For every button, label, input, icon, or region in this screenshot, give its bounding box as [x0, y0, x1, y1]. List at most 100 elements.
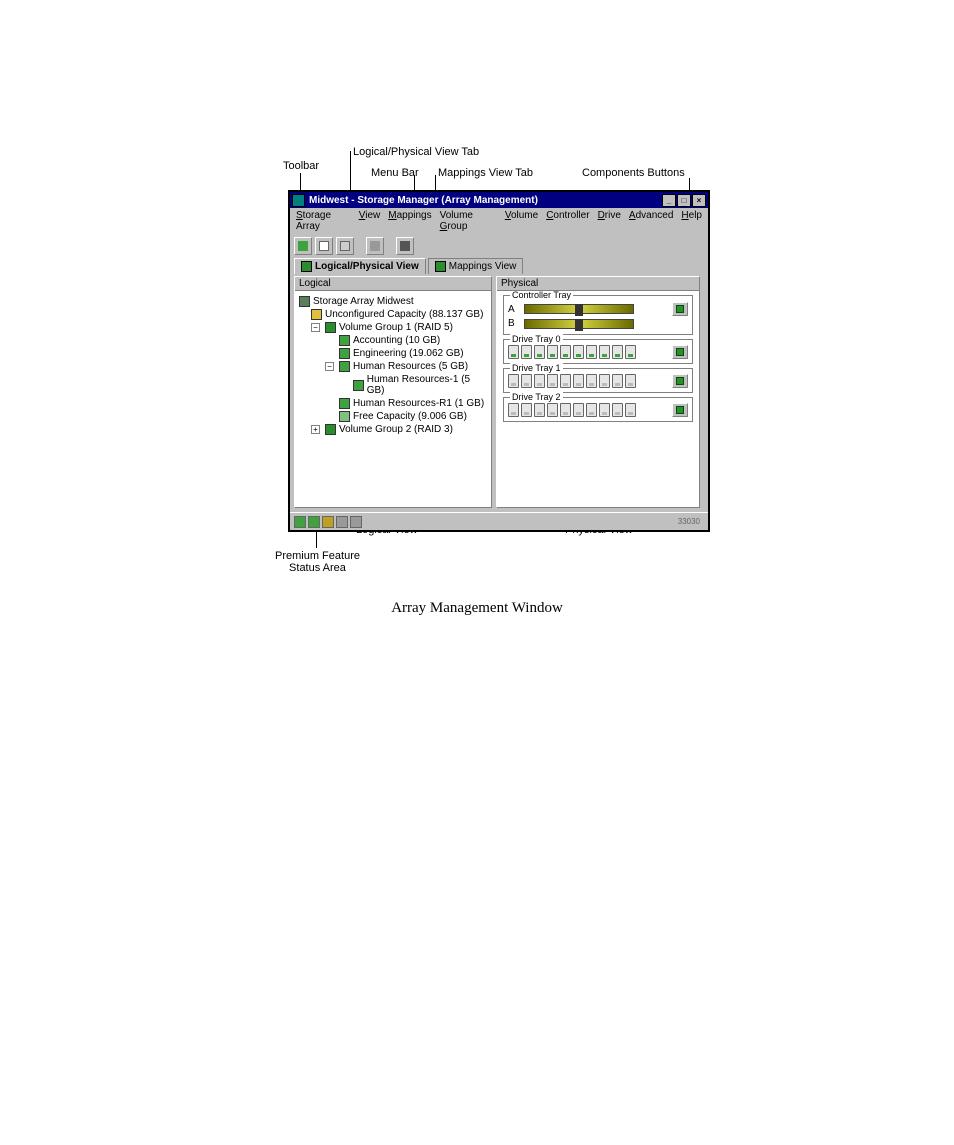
status-icon [322, 516, 334, 528]
tab-lp-label: Logical/Physical View [315, 261, 419, 272]
callout-components: Components Buttons [582, 167, 685, 179]
drive-slot[interactable] [612, 374, 623, 388]
volume-icon [339, 335, 350, 346]
figure-caption: Array Management Window [0, 600, 954, 617]
drive-slot[interactable] [586, 403, 597, 417]
tree-root[interactable]: Storage Array Midwest [299, 295, 487, 308]
drive-slot[interactable] [625, 345, 636, 359]
tree-unconfigured[interactable]: Unconfigured Capacity (88.137 GB) [299, 308, 487, 321]
drive-slot[interactable] [547, 345, 558, 359]
menu-controller[interactable]: Controller [546, 210, 589, 232]
controller-a-row[interactable]: A [508, 301, 688, 317]
tree-engineering[interactable]: Engineering (19.062 GB) [299, 347, 487, 360]
tree-free[interactable]: Free Capacity (9.006 GB) [299, 410, 487, 423]
group-icon [325, 322, 336, 333]
drive-slot[interactable] [534, 403, 545, 417]
tree-vg2[interactable]: +Volume Group 2 (RAID 3) [299, 423, 487, 436]
premium-feature-status-area[interactable] [294, 516, 362, 528]
tab-mappings-icon [435, 261, 446, 272]
menu-volume-group[interactable]: Volume Group [440, 210, 497, 232]
callout-toolbar: Toolbar [283, 160, 319, 172]
callout-menubar: Menu Bar [371, 167, 419, 179]
logical-pane: Logical Storage Array Midwest Unconfigur… [294, 276, 492, 508]
components-button-tray1[interactable] [672, 374, 688, 388]
drive-slot[interactable] [547, 403, 558, 417]
drive-slot[interactable] [521, 403, 532, 417]
drive-slot[interactable] [521, 345, 532, 359]
tab-mappings-label: Mappings View [449, 261, 517, 272]
physical-header: Physical [497, 277, 699, 291]
tab-mappings[interactable]: Mappings View [428, 258, 524, 274]
tab-strip: Logical/Physical View Mappings View [290, 258, 708, 274]
menu-bar: SStorage Arraytorage Array View Mappings… [290, 208, 708, 234]
callout-lp-tab: Logical/Physical View Tab [353, 146, 479, 158]
minimize-button[interactable]: _ [662, 194, 676, 207]
drive-slot[interactable] [573, 345, 584, 359]
tree-vg1[interactable]: −Volume Group 1 (RAID 5) [299, 321, 487, 334]
controller-tray-group: Controller Tray A B [503, 295, 693, 335]
drive-slot[interactable] [534, 374, 545, 388]
drive-slot[interactable] [560, 345, 571, 359]
menu-drive[interactable]: Drive [598, 210, 621, 232]
drive-slot[interactable] [612, 345, 623, 359]
expander-icon[interactable]: + [311, 425, 320, 434]
callout-mappings-tab: Mappings View Tab [438, 167, 533, 179]
drive-slot[interactable] [599, 403, 610, 417]
window-title: Midwest - Storage Manager (Array Managem… [309, 195, 661, 206]
components-button-tray0[interactable] [672, 345, 688, 359]
volume-icon [339, 398, 350, 409]
array-management-window: Midwest - Storage Manager (Array Managem… [288, 190, 710, 532]
status-bar: 33030 [290, 512, 708, 530]
drive-slot[interactable] [508, 374, 519, 388]
drive-tray-2-group: Drive Tray 2 [503, 397, 693, 422]
tree-hr1[interactable]: Human Resources-1 (5 GB) [299, 373, 487, 397]
free-icon [339, 411, 350, 422]
drive-slot[interactable] [508, 403, 519, 417]
drive-slot[interactable] [573, 403, 584, 417]
toolbar-button-4[interactable] [366, 237, 384, 255]
ctrl-b-label: B [508, 318, 518, 329]
toolbar-button-2[interactable] [315, 237, 333, 255]
drive-slot[interactable] [586, 374, 597, 388]
drive-slot[interactable] [586, 345, 597, 359]
drive-slot[interactable] [560, 374, 571, 388]
drive-slot[interactable] [625, 403, 636, 417]
menu-storage-array[interactable]: SStorage Arraytorage Array [296, 210, 351, 232]
drive-slot[interactable] [612, 403, 623, 417]
drive-tray-2-label: Drive Tray 2 [510, 392, 563, 402]
drive-slot[interactable] [508, 345, 519, 359]
toolbar-button-1[interactable] [294, 237, 312, 255]
controller-b-row[interactable]: B [508, 317, 688, 330]
drive-slot[interactable] [625, 374, 636, 388]
maximize-button[interactable]: □ [677, 194, 691, 207]
drive-slot[interactable] [573, 374, 584, 388]
drive-slot[interactable] [560, 403, 571, 417]
menu-mappings[interactable]: Mappings [388, 210, 431, 232]
drive-tray-1-label: Drive Tray 1 [510, 363, 563, 373]
drive-slot[interactable] [599, 374, 610, 388]
drive-slot[interactable] [547, 374, 558, 388]
components-button-tray2[interactable] [672, 403, 688, 417]
expander-icon[interactable]: − [311, 323, 320, 332]
titlebar[interactable]: Midwest - Storage Manager (Array Managem… [290, 192, 708, 208]
expander-icon[interactable]: − [325, 362, 334, 371]
close-button[interactable]: × [692, 194, 706, 207]
tree-accounting[interactable]: Accounting (10 GB) [299, 334, 487, 347]
menu-view[interactable]: View [359, 210, 381, 232]
tab-logical-physical[interactable]: Logical/Physical View [294, 258, 426, 274]
menu-volume[interactable]: Volume [505, 210, 538, 232]
drive-slot[interactable] [534, 345, 545, 359]
menu-help[interactable]: Help [681, 210, 702, 232]
components-button-ctrl[interactable] [672, 302, 688, 316]
ctrl-a-label: A [508, 304, 518, 315]
logical-tree[interactable]: Storage Array Midwest Unconfigured Capac… [295, 291, 491, 440]
toolbar-button-5[interactable] [396, 237, 414, 255]
menu-advanced[interactable]: Advanced [629, 210, 673, 232]
toolbar-button-3[interactable] [336, 237, 354, 255]
status-icon [294, 516, 306, 528]
tree-hr[interactable]: −Human Resources (5 GB) [299, 360, 487, 373]
tree-hrr1[interactable]: Human Resources-R1 (1 GB) [299, 397, 487, 410]
drive-tray-1-group: Drive Tray 1 [503, 368, 693, 393]
drive-slot[interactable] [599, 345, 610, 359]
drive-slot[interactable] [521, 374, 532, 388]
